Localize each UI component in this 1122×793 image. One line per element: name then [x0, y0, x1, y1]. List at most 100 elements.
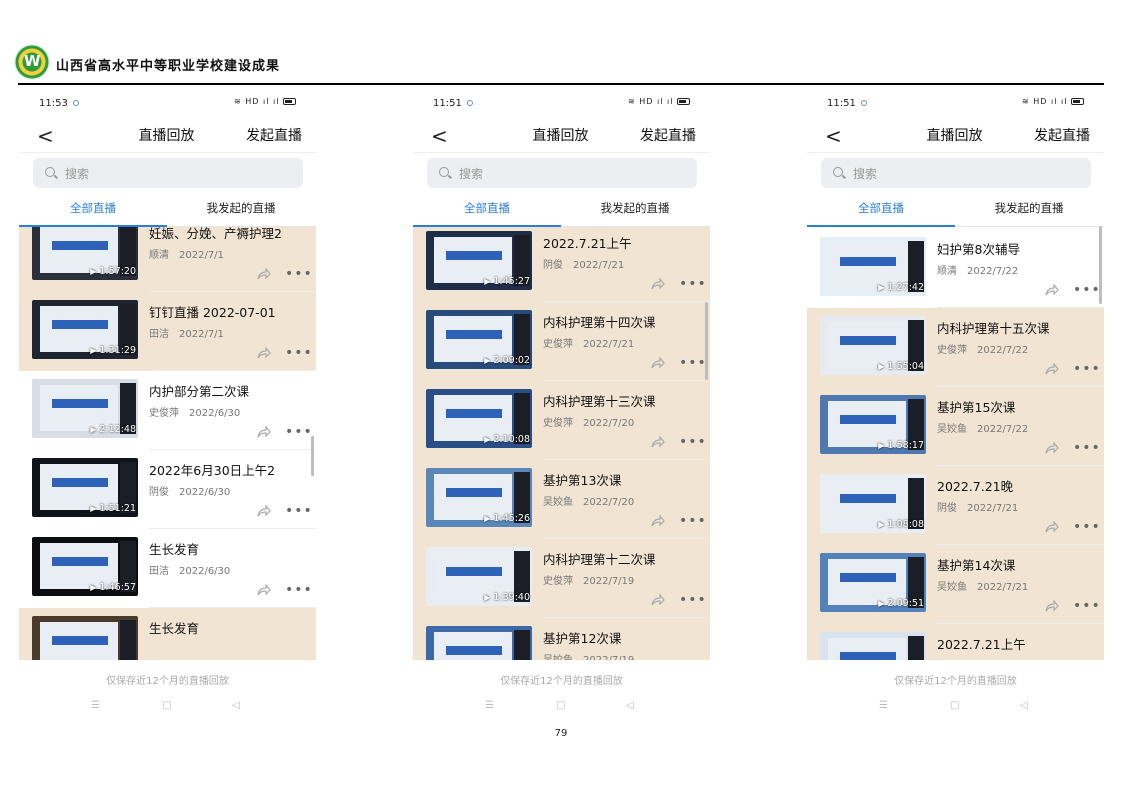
more-icon[interactable]: •••	[285, 266, 313, 282]
share-icon[interactable]	[651, 357, 665, 369]
tab-my-live[interactable]: 我发起的直播	[955, 200, 1103, 216]
more-icon[interactable]: •••	[285, 503, 313, 519]
list-item[interactable]: 1:31:29 钉钉直播 2022-07-01 田洁 2022/7/1 •••	[19, 292, 316, 371]
item-title: 内科护理第十五次课	[937, 321, 1050, 336]
more-icon[interactable]: •••	[679, 276, 707, 292]
list-item[interactable]: 1:08:08 2022.7.21晚阴俊 2022/7/21 •••	[807, 466, 1104, 545]
back-nav-icon[interactable]: ◁	[232, 700, 240, 711]
item-date: 2022/7/22	[977, 424, 1029, 435]
list-item[interactable]: 2:12:48 内护部分第二次课史俊萍 2022/6/30 •••	[19, 371, 316, 450]
share-icon[interactable]	[257, 505, 271, 517]
share-icon[interactable]	[651, 436, 665, 448]
more-icon[interactable]: •••	[285, 582, 313, 598]
back-icon[interactable]: <	[431, 124, 448, 148]
list-item[interactable]: 2:10:08 内科护理第十三次课史俊萍 2022/7/20 •••	[413, 381, 710, 460]
scrollbar[interactable]	[1099, 226, 1102, 304]
more-icon[interactable]: •••	[285, 424, 313, 440]
back-icon[interactable]: <	[37, 124, 54, 148]
video-thumbnail[interactable]	[820, 632, 926, 660]
more-icon[interactable]: •••	[285, 345, 313, 361]
list-item[interactable]: 基护第12次课吴姣鱼2022/7/19•••	[413, 618, 710, 660]
search-input[interactable]: 搜索	[33, 158, 303, 188]
tab-all-live[interactable]: 全部直播	[19, 200, 167, 216]
video-thumbnail[interactable]: 1:39:40	[426, 547, 532, 606]
back-icon[interactable]: <	[825, 124, 842, 148]
item-meta: 史俊萍 2022/7/20	[543, 414, 634, 429]
more-icon[interactable]: •••	[679, 592, 707, 608]
video-thumbnail[interactable]: 1:55:04	[820, 316, 926, 375]
search-input[interactable]: 搜索	[821, 158, 1091, 188]
start-live-button[interactable]: 发起直播	[1034, 125, 1090, 145]
start-live-button[interactable]: 发起直播	[246, 125, 302, 145]
video-thumbnail[interactable]	[426, 626, 532, 660]
video-thumbnail[interactable]: 1:46:57	[32, 537, 138, 596]
video-thumbnail[interactable]: 2:10:08	[426, 389, 532, 448]
list-item[interactable]: 1:55:04 内科护理第十五次课史俊萍 2022/7/22 •••	[807, 308, 1104, 387]
share-icon[interactable]	[257, 268, 271, 280]
scrollbar[interactable]	[705, 302, 708, 380]
item-author: 史俊萍	[543, 339, 573, 350]
video-thumbnail[interactable]: 1:08:08	[820, 474, 926, 533]
list-item[interactable]: 1:45:26 基护第13次课吴姣鱼 2022/7/20 •••	[413, 460, 710, 539]
list-item[interactable]: 1:58:17 基护第15次课吴姣鱼 2022/7/22 •••	[807, 387, 1104, 466]
more-icon[interactable]: •••	[1073, 440, 1101, 456]
video-thumbnail[interactable]: 1:58:17	[820, 395, 926, 454]
more-icon[interactable]: •••	[1073, 519, 1101, 535]
video-thumbnail[interactable]: 2:12:48	[32, 379, 138, 438]
list-item[interactable]: 2:09:51 基护第14次课吴姣鱼 2022/7/21 •••	[807, 545, 1104, 624]
back-nav-icon[interactable]: ◁	[1020, 700, 1028, 711]
video-thumbnail[interactable]: 2:09:51	[820, 553, 926, 612]
item-title: 2022.7.21上午	[937, 637, 1026, 652]
list-item[interactable]: 1:51:21 2022年6月30日上午2 阴俊 2022/6/30 •••	[19, 450, 316, 529]
share-icon[interactable]	[1045, 363, 1059, 375]
video-thumbnail[interactable]: 1:57:20	[32, 227, 138, 280]
more-icon[interactable]: •••	[1073, 598, 1101, 614]
home-icon[interactable]: □	[162, 700, 171, 711]
tab-my-live[interactable]: 我发起的直播	[167, 200, 315, 216]
video-thumbnail[interactable]: 1:45:27	[426, 231, 532, 290]
share-icon[interactable]	[651, 594, 665, 606]
share-icon[interactable]	[1045, 600, 1059, 612]
more-icon[interactable]: •••	[1073, 282, 1101, 298]
video-duration: 2:09:02	[484, 355, 530, 366]
list-item[interactable]: 1:46:57 生长发育田洁 2022/6/30 •••	[19, 529, 316, 608]
share-icon[interactable]	[651, 515, 665, 527]
video-thumbnail[interactable]: 1:45:26	[426, 468, 532, 527]
list-item[interactable]: 2022.7.21上午阴俊2022/7/21•••	[807, 624, 1104, 660]
list-item[interactable]: 2:09:02 内科护理第十四次课史俊萍 2022/7/21 •••	[413, 302, 710, 381]
tab-all-live[interactable]: 全部直播	[807, 200, 955, 216]
search-input[interactable]: 搜索	[427, 158, 697, 188]
list-item[interactable]: 1:39:40 内科护理第十二次课史俊萍 2022/7/19 •••	[413, 539, 710, 618]
list-item[interactable]: 1:45:27 2022.7.21上午阴俊 2022/7/21 •••	[413, 227, 710, 302]
video-thumbnail[interactable]: 1:31:29	[32, 300, 138, 359]
more-icon[interactable]: •••	[679, 355, 707, 371]
home-icon[interactable]: □	[950, 700, 959, 711]
more-icon[interactable]: •••	[679, 434, 707, 450]
menu-icon[interactable]: ☰	[879, 700, 888, 711]
video-thumbnail[interactable]: 1:27:42	[820, 237, 926, 296]
more-icon[interactable]: •••	[1073, 361, 1101, 377]
video-thumbnail[interactable]: 1:51:21	[32, 458, 138, 517]
list-item[interactable]: 1:57:20 妊娠、分娩、产褥护理2 顺清 2022/7/1 •••	[19, 227, 316, 292]
menu-icon[interactable]: ☰	[91, 700, 100, 711]
video-thumbnail[interactable]	[32, 616, 138, 660]
tab-all-live[interactable]: 全部直播	[413, 200, 561, 216]
home-icon[interactable]: □	[556, 700, 565, 711]
share-icon[interactable]	[1045, 521, 1059, 533]
back-nav-icon[interactable]: ◁	[626, 700, 634, 711]
video-thumbnail[interactable]: 2:09:02	[426, 310, 532, 369]
menu-icon[interactable]: ☰	[485, 700, 494, 711]
video-duration: 1:45:27	[484, 276, 530, 287]
share-icon[interactable]	[257, 584, 271, 596]
list-item[interactable]: 生长发育•••	[19, 608, 316, 660]
share-icon[interactable]	[257, 426, 271, 438]
scrollbar[interactable]	[311, 436, 314, 476]
share-icon[interactable]	[651, 278, 665, 290]
share-icon[interactable]	[257, 347, 271, 359]
more-icon[interactable]: •••	[679, 513, 707, 529]
list-item[interactable]: 1:27:42 妇护第8次辅导顺清 2022/7/22 •••	[807, 229, 1104, 308]
share-icon[interactable]	[1045, 442, 1059, 454]
share-icon[interactable]	[1045, 284, 1059, 296]
tab-my-live[interactable]: 我发起的直播	[561, 200, 709, 216]
start-live-button[interactable]: 发起直播	[640, 125, 696, 145]
